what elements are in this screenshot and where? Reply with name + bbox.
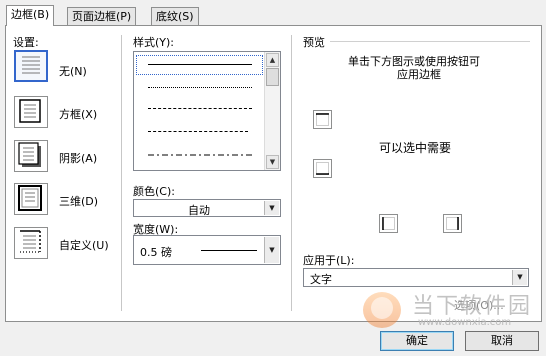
color-value: 自动 xyxy=(188,204,210,217)
scroll-up-icon[interactable]: ▲ xyxy=(266,53,279,67)
cancel-button[interactable]: 取消 xyxy=(465,331,539,351)
ok-button[interactable]: 确定 xyxy=(380,331,454,351)
setting-custom-button[interactable] xyxy=(14,227,48,259)
preview-center-text: 可以选中需要 xyxy=(379,141,452,155)
color-select[interactable]: 自动 ▼ xyxy=(133,199,281,217)
tab-page-border[interactable]: 页面边框(P) xyxy=(67,7,137,25)
style-line-dash-dot[interactable] xyxy=(148,154,252,157)
custom-border-icon xyxy=(20,230,41,253)
width-value: 0.5 磅 xyxy=(140,246,172,259)
apply-to-value: 文字 xyxy=(310,273,332,286)
setting-none-label: 无(N) xyxy=(59,65,87,78)
setting-box-label: 方框(X) xyxy=(59,108,98,121)
preview-title: 预览 xyxy=(303,36,325,49)
left-border-icon xyxy=(382,217,395,230)
setting-3d-label: 三维(D) xyxy=(59,195,99,208)
ok-label: 确定 xyxy=(406,334,428,347)
bottom-border-icon xyxy=(316,162,329,175)
tab-borders[interactable]: 边框(B) xyxy=(6,5,55,26)
setting-box-button[interactable] xyxy=(14,96,48,128)
separator xyxy=(121,35,122,311)
chevron-down-icon[interactable]: ▼ xyxy=(264,237,279,263)
apply-to-select[interactable]: 文字 ▼ xyxy=(303,268,529,287)
watermark-logo-icon xyxy=(363,292,401,328)
setting-shadow-label: 阴影(A) xyxy=(59,152,98,165)
top-border-icon xyxy=(316,113,329,126)
preview-rule xyxy=(330,41,530,42)
tab-label: 底纹(S) xyxy=(156,10,194,23)
tab-label: 页面边框(P) xyxy=(72,10,132,23)
3d-border-icon xyxy=(18,185,42,211)
bottom-border-button[interactable] xyxy=(313,159,332,178)
style-listbox[interactable]: ▲ ▼ xyxy=(133,51,281,171)
right-border-icon xyxy=(446,217,459,230)
shadow-border-icon xyxy=(18,142,41,167)
scroll-thumb[interactable] xyxy=(266,68,279,86)
chevron-down-icon[interactable]: ▼ xyxy=(512,270,527,285)
watermark-url: www.downxia.com xyxy=(418,317,512,328)
style-line-dotted[interactable] xyxy=(148,87,252,89)
preview-hint: 应用边框 xyxy=(397,68,441,81)
apply-to-label: 应用于(L): xyxy=(303,254,355,267)
right-border-button[interactable] xyxy=(443,214,462,233)
style-line-dashed[interactable] xyxy=(148,131,248,133)
width-sample-line xyxy=(201,250,257,251)
no-border-icon xyxy=(22,56,40,74)
setting-3d-button[interactable] xyxy=(14,183,48,215)
tab-label: 边框(B) xyxy=(11,8,50,21)
chevron-down-icon[interactable]: ▼ xyxy=(264,201,279,215)
watermark-brand: 当下软件园 xyxy=(412,294,533,319)
color-label: 颜色(C): xyxy=(133,185,175,198)
box-border-icon xyxy=(19,99,41,123)
style-title: 样式(Y): xyxy=(133,36,175,49)
setting-title: 设置: xyxy=(13,36,39,49)
top-border-button[interactable] xyxy=(313,110,332,129)
tab-shading[interactable]: 底纹(S) xyxy=(151,7,199,25)
style-scrollbar[interactable]: ▲ ▼ xyxy=(264,52,280,170)
width-select[interactable]: 0.5 磅 ▼ xyxy=(133,235,281,265)
style-line-solid[interactable] xyxy=(148,64,252,66)
left-border-button[interactable] xyxy=(379,214,398,233)
setting-none-button[interactable] xyxy=(14,50,48,82)
scroll-down-icon[interactable]: ▼ xyxy=(266,155,279,169)
setting-custom-label: 自定义(U) xyxy=(59,239,109,252)
style-line-dashed-fine[interactable] xyxy=(148,108,252,110)
setting-shadow-button[interactable] xyxy=(14,140,48,172)
cancel-label: 取消 xyxy=(491,334,513,347)
separator xyxy=(291,35,292,311)
